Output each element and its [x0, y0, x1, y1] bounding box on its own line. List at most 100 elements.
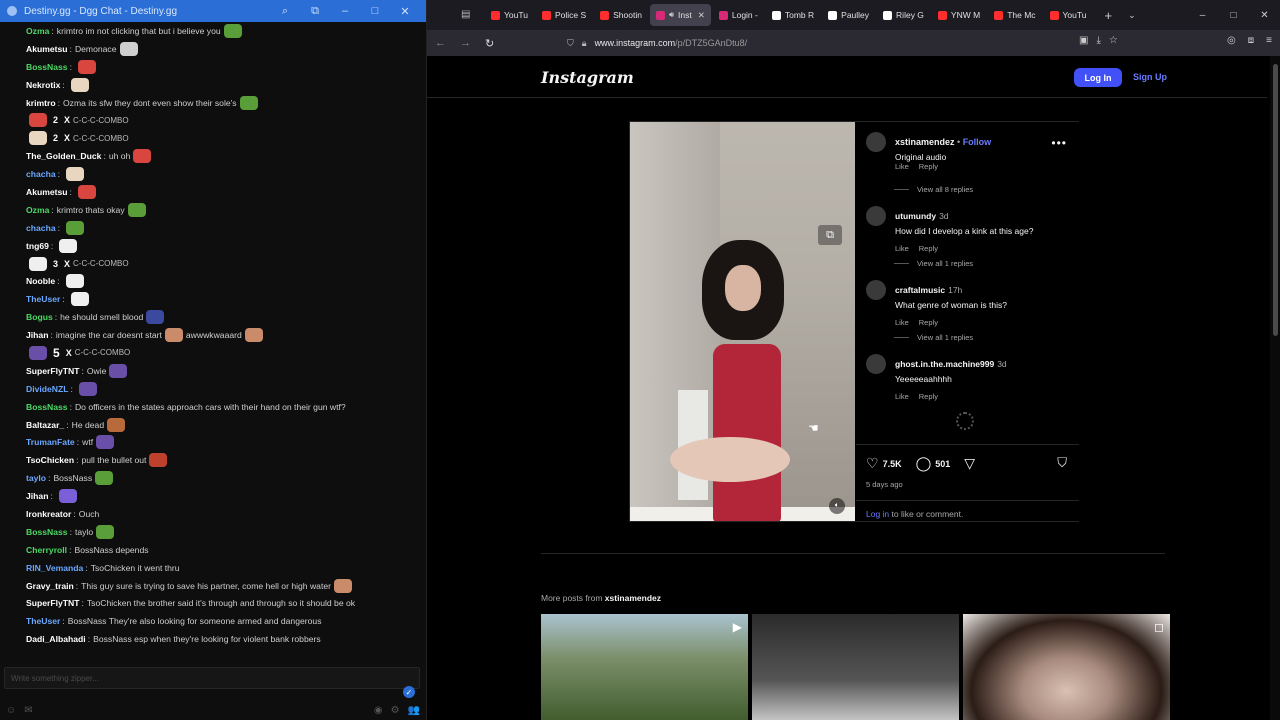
emote-icon[interactable] — [223, 23, 242, 38]
browser-tab[interactable]: Paulley — [822, 4, 875, 26]
reply-comment-button[interactable]: Reply — [919, 244, 938, 253]
audio-label[interactable]: Original audio — [895, 152, 991, 162]
browser-tab[interactable]: YouTu — [1044, 4, 1093, 26]
search-icon[interactable]: ⌕ — [270, 0, 300, 22]
browser-tab[interactable]: The Mc — [988, 4, 1041, 26]
picture-icon[interactable]: ▣ — [1079, 35, 1088, 46]
comment-username[interactable]: ghost.in.the.machine999 — [895, 359, 994, 369]
emote-icon[interactable] — [58, 489, 77, 504]
lock-icon[interactable]: 🔒︎ — [582, 38, 587, 49]
maximize-button[interactable]: □ — [1218, 0, 1249, 30]
comment-username[interactable]: utumundy — [895, 211, 936, 221]
signup-link[interactable]: Sign Up — [1133, 72, 1167, 82]
shield-icon[interactable]: ⛉ — [567, 38, 574, 49]
chat-username[interactable]: TheUser — [26, 294, 60, 304]
account-icon[interactable]: ◎ — [1227, 35, 1236, 46]
chat-username[interactable]: Cherryroll — [26, 545, 67, 555]
chat-username[interactable]: Jihan — [26, 491, 48, 501]
chevron-down-icon[interactable]: ⌄ — [1128, 10, 1136, 21]
avatar[interactable] — [866, 354, 886, 374]
comment-icon[interactable]: ◯ — [916, 455, 932, 472]
emote-icon[interactable] — [65, 274, 84, 289]
reply-comment-button[interactable]: Reply — [919, 162, 938, 171]
login-link[interactable]: Log in — [866, 509, 889, 519]
browser-tab[interactable]: YouTu — [485, 4, 534, 26]
heart-icon[interactable]: ♡ — [866, 455, 879, 472]
chat-username[interactable]: Ozma — [26, 205, 49, 215]
browser-tab[interactable]: Tomb R — [766, 4, 820, 26]
emote-icon[interactable] — [96, 435, 115, 450]
more-posts-user[interactable]: xstinamendez — [605, 593, 661, 603]
view-replies-link[interactable]: View all 1 replies — [894, 259, 973, 268]
like-comment-button[interactable]: Like — [895, 392, 909, 401]
chat-username[interactable]: Ironkreator — [26, 509, 71, 519]
chat-username[interactable]: BossNass — [26, 527, 68, 537]
star-icon[interactable]: ☆ — [1109, 35, 1118, 46]
reply-comment-button[interactable]: Reply — [919, 318, 938, 327]
browser-tab[interactable]: Police S — [536, 4, 592, 26]
login-button[interactable]: Log In — [1074, 68, 1122, 87]
chat-username[interactable]: TsoChicken — [26, 455, 74, 465]
chat-username[interactable]: Ozma — [26, 26, 49, 36]
extensions-icon[interactable]: ⧈ — [1248, 35, 1254, 46]
emote-icon[interactable] — [29, 131, 47, 146]
emote-icon[interactable] — [59, 238, 78, 253]
emote-icon[interactable] — [29, 345, 47, 360]
popout-icon[interactable]: ⧉ — [300, 0, 330, 22]
post-thumbnail[interactable]: ▶ — [541, 614, 748, 720]
emote-icon[interactable] — [70, 77, 89, 92]
chat-username[interactable]: BossNass — [26, 62, 68, 72]
avatar[interactable] — [866, 132, 886, 152]
avatar[interactable] — [866, 280, 886, 300]
like-comment-button[interactable]: Like — [895, 318, 909, 327]
chat-username[interactable]: SuperFlyTNT — [26, 366, 79, 376]
post-thumbnail[interactable]: ◻ — [963, 614, 1170, 720]
like-comment-button[interactable]: Like — [895, 244, 909, 253]
back-button[interactable]: ← — [435, 37, 446, 49]
close-tab-icon[interactable]: ✕ — [698, 10, 705, 21]
bookmark-icon[interactable]: ⛉ — [1057, 455, 1067, 471]
chat-username[interactable]: Bogus — [26, 312, 53, 322]
whisper-icon[interactable]: ✉ — [24, 705, 32, 716]
emote-icon[interactable] — [95, 471, 114, 486]
emote-icon[interactable] — [333, 578, 352, 593]
eye-icon[interactable]: ◉ — [374, 705, 383, 716]
chat-send-icon[interactable]: ✓ — [403, 686, 415, 698]
emote-icon[interactable] — [29, 113, 47, 128]
reply-comment-button[interactable]: Reply — [919, 392, 938, 401]
reload-button[interactable]: ↻ — [485, 37, 494, 50]
url-bar[interactable]: ⛉ 🔒︎ www.instagram.com/p/DTZ5GAnDtu8/ — [567, 33, 1137, 53]
chat-username[interactable]: Nooble — [26, 276, 55, 286]
emote-icon[interactable] — [127, 202, 146, 217]
comment-username[interactable]: craftalmusic — [895, 285, 945, 295]
chat-input[interactable] — [5, 668, 419, 689]
chat-username[interactable]: The_Golden_Duck — [26, 151, 101, 161]
instagram-logo[interactable]: Instagram — [541, 68, 634, 87]
forward-button[interactable]: → — [460, 37, 471, 49]
volume-icon[interactable]: 🔈︎ — [829, 498, 845, 514]
emote-icon[interactable] — [133, 149, 152, 164]
chat-username[interactable]: krimtro — [26, 98, 56, 108]
emote-icon[interactable] — [146, 310, 165, 325]
chat-username[interactable]: RIN_Vemanda — [26, 563, 83, 573]
settings-icon[interactable]: ⚙ — [391, 705, 400, 716]
emote-icon[interactable] — [119, 41, 138, 56]
chat-username[interactable]: Dadi_Albahadi — [26, 634, 86, 644]
speaker-icon[interactable]: 🔊︎ — [669, 10, 674, 20]
chat-message-list[interactable]: Ozma: krimtro im not clicking that but i … — [0, 22, 426, 662]
users-icon[interactable]: 👥 — [408, 705, 420, 716]
chat-username[interactable]: DivideNZL — [26, 384, 69, 394]
post-video[interactable]: ⧉ 🔈︎ ☚ — [630, 122, 855, 521]
chat-username[interactable]: Jihan — [26, 330, 48, 340]
chat-username[interactable]: TheUser — [26, 616, 60, 626]
emote-icon[interactable] — [244, 328, 263, 343]
emote-icon[interactable] — [66, 220, 85, 235]
chat-username[interactable]: taylo — [26, 473, 46, 483]
close-button[interactable]: ✕ — [1249, 0, 1280, 30]
emote-icon[interactable] — [164, 328, 183, 343]
menu-icon[interactable]: ≡ — [1266, 35, 1272, 46]
emote-icon[interactable] — [239, 95, 258, 110]
scrollbar-thumb[interactable] — [1273, 64, 1278, 336]
download-icon[interactable]: ⤓ — [1096, 35, 1100, 46]
chat-username[interactable]: BossNass — [26, 402, 68, 412]
